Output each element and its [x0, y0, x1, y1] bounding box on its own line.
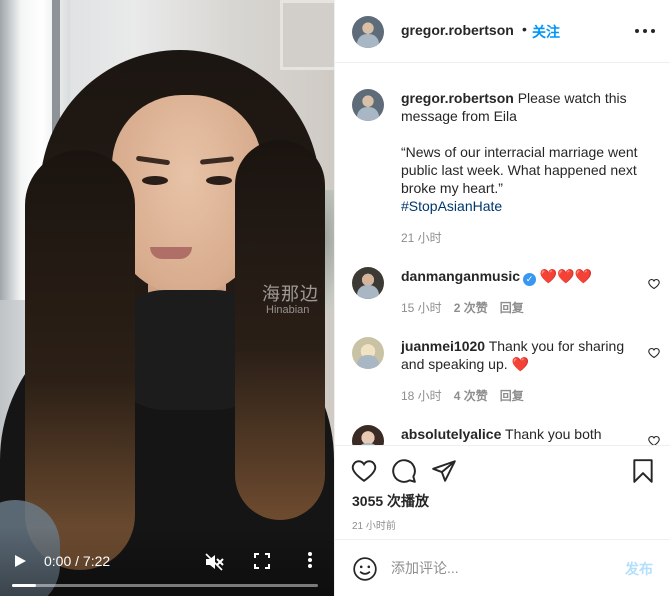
- post-header: gregor.robertson • 关注: [335, 0, 670, 63]
- background-picture-frame: [280, 0, 334, 70]
- comment-avatar[interactable]: [352, 337, 384, 369]
- comment-meta: 15 小时 2 次赞 回复: [401, 299, 524, 316]
- comment-likes[interactable]: 2 次赞: [454, 299, 488, 316]
- emoji-smiley-icon[interactable]: [352, 556, 378, 582]
- comment-reply-button[interactable]: 回复: [500, 299, 524, 316]
- caption-meta: 21 小时: [401, 229, 442, 246]
- person-hair-left: [25, 150, 135, 570]
- video-player[interactable]: 海那边 Hinabian 0:00 / 7:22: [0, 0, 334, 596]
- comment-body: danmanganmusic ✓ ❤️❤️❤️: [401, 267, 641, 286]
- more-vertical-icon[interactable]: [303, 550, 317, 570]
- play-icon[interactable]: [12, 553, 28, 569]
- person-right-eye: [206, 176, 232, 185]
- comment-like-heart-icon[interactable]: [648, 435, 660, 445]
- caption-hashtag[interactable]: #StopAsianHate: [401, 197, 641, 215]
- play-count[interactable]: 3055 次播放: [352, 491, 429, 511]
- comment-body: absolutelyalice Thank you both: [401, 425, 641, 443]
- volume-muted-icon[interactable]: [204, 552, 224, 572]
- video-progress-track[interactable]: [12, 584, 318, 587]
- caption-time[interactable]: 21 小时: [401, 229, 442, 246]
- comment-like-heart-icon[interactable]: [648, 347, 660, 359]
- person-mouth: [150, 247, 192, 259]
- more-options-icon[interactable]: [635, 25, 655, 37]
- comment-meta: 18 小时 4 次赞 回复: [401, 387, 524, 404]
- posted-time[interactable]: 21 小时前: [352, 517, 396, 532]
- comment-username[interactable]: absolutelyalice: [401, 426, 501, 442]
- like-heart-icon[interactable]: [351, 458, 377, 484]
- caption-avatar[interactable]: [352, 89, 384, 121]
- watermark-subtext: Hinabian: [266, 304, 310, 316]
- comment-reply-button[interactable]: 回复: [500, 387, 524, 404]
- video-progress-fill: [12, 584, 37, 587]
- header-separator: •: [522, 21, 527, 37]
- author-avatar[interactable]: [352, 16, 384, 48]
- video-controls: 0:00 / 7:22: [0, 526, 334, 596]
- comment-like-heart-icon[interactable]: [648, 278, 660, 290]
- post-comment-button[interactable]: 发布: [625, 559, 653, 579]
- comment-time[interactable]: 18 小时: [401, 387, 442, 404]
- comment-avatar[interactable]: [352, 425, 384, 445]
- verified-badge-icon: ✓: [523, 273, 537, 286]
- comment-likes[interactable]: 4 次赞: [454, 387, 488, 404]
- share-paper-plane-icon[interactable]: [431, 458, 457, 484]
- video-time-display: 0:00 / 7:22: [44, 553, 111, 569]
- comment-avatar[interactable]: [352, 267, 384, 299]
- caption-text-2: “News of our interracial marriage went p…: [401, 144, 638, 196]
- person-left-eye: [142, 176, 168, 185]
- comments-list[interactable]: gregor.robertson Please watch this messa…: [335, 64, 670, 445]
- comment-input[interactable]: [391, 558, 611, 578]
- caption-body: gregor.robertson Please watch this messa…: [401, 89, 641, 215]
- comment-bubble-icon[interactable]: [391, 458, 417, 484]
- fullscreen-icon[interactable]: [254, 553, 270, 569]
- follow-button[interactable]: 关注: [532, 22, 560, 42]
- person-hair-right: [235, 140, 325, 520]
- watermark-text: 海那边: [262, 284, 319, 304]
- comment-body: juanmei1020 Thank you for sharing and sp…: [401, 337, 641, 373]
- comment-text: Thank you both: [505, 426, 602, 442]
- post-side-panel: gregor.robertson • 关注 gregor.robertson P…: [334, 0, 670, 596]
- author-username[interactable]: gregor.robertson: [401, 22, 514, 38]
- comment-text: ❤️❤️❤️: [539, 268, 593, 284]
- comment-username[interactable]: danmanganmusic: [401, 268, 520, 284]
- caption-username[interactable]: gregor.robertson: [401, 90, 514, 106]
- comment-time[interactable]: 15 小时: [401, 299, 442, 316]
- save-bookmark-icon[interactable]: [630, 458, 656, 484]
- comment-username[interactable]: juanmei1020: [401, 338, 485, 354]
- post-viewer: 海那边 Hinabian 0:00 / 7:22 gregor.robertso…: [0, 0, 670, 596]
- post-actions: 3055 次播放 21 小时前: [335, 445, 670, 540]
- comment-composer: 发布: [335, 539, 670, 596]
